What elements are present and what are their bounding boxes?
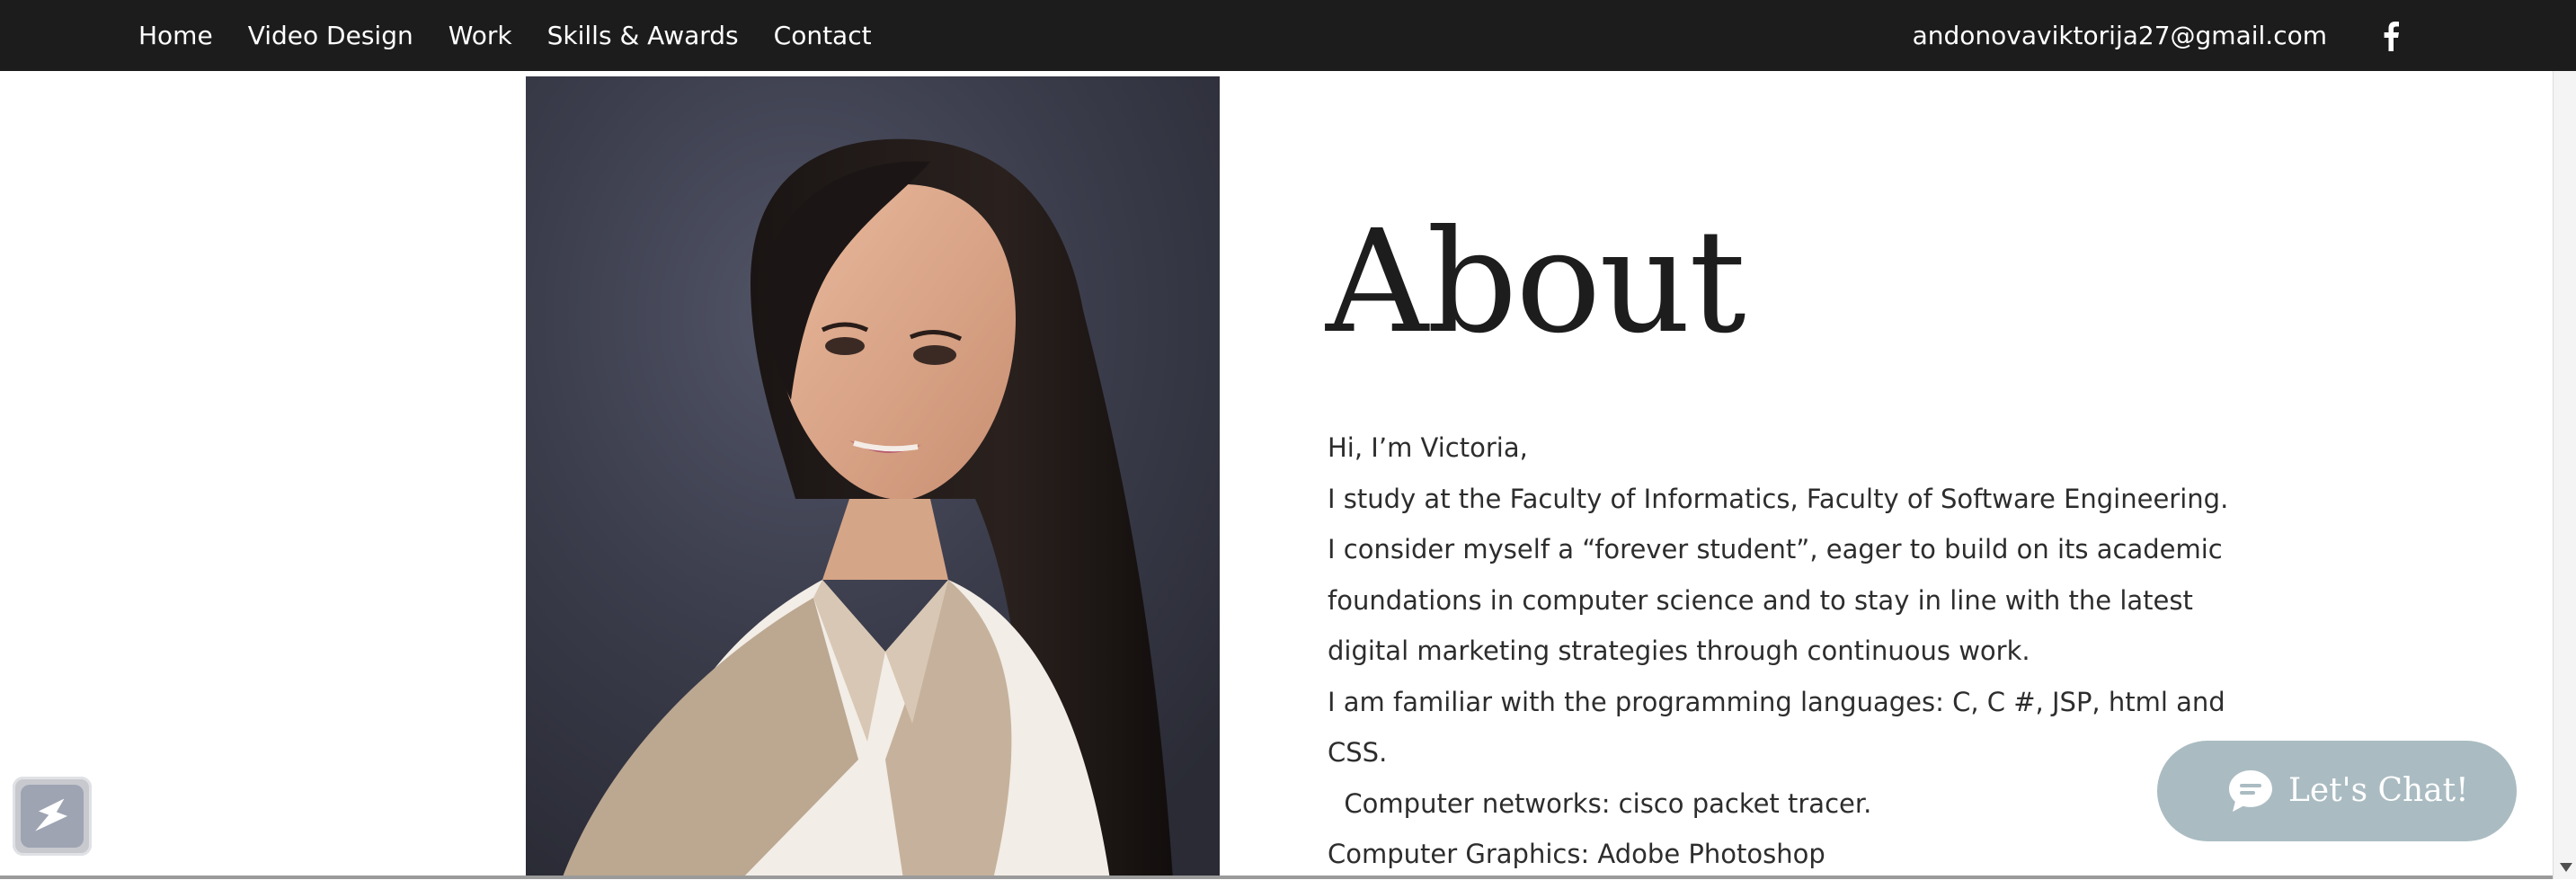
about-line: Hi, I’m Victoria, xyxy=(1328,432,1528,463)
nav-item-video-design[interactable]: Video Design xyxy=(248,22,413,49)
about-line: I consider myself a “forever student”, e… xyxy=(1328,534,2223,564)
portrait-illustration xyxy=(526,76,1220,879)
nav-item-skills-awards[interactable]: Skills & Awards xyxy=(547,22,739,49)
widget-inner xyxy=(21,785,84,848)
chat-button[interactable]: Let's Chat! xyxy=(2157,741,2517,841)
about-line: Computer Graphics: Adobe Photoshop xyxy=(1328,839,1825,869)
main-nav: Home Video Design Work Skills & Awards C… xyxy=(138,0,872,71)
about-text: Hi, I’m Victoria, I study at the Faculty… xyxy=(1328,422,2229,880)
top-navigation-bar: Home Video Design Work Skills & Awards C… xyxy=(0,0,2576,71)
about-line: foundations in computer science and to s… xyxy=(1328,584,2193,616)
about-line: digital marketing strategies through con… xyxy=(1328,636,2030,666)
about-line: I am familiar with the programming langu… xyxy=(1328,686,2225,717)
facebook-icon xyxy=(2384,22,2399,51)
chat-bubble-icon xyxy=(2229,770,2272,812)
about-line: I study at the Faculty of Informatics, F… xyxy=(1328,483,2229,514)
about-line: Computer networks: cisco packet tracer. xyxy=(1328,787,1872,819)
profile-photo xyxy=(526,76,1220,879)
lightning-logo-icon xyxy=(35,798,68,831)
email-link[interactable]: andonovaviktorija27@gmail.com xyxy=(1913,0,2327,71)
nav-item-contact[interactable]: Contact xyxy=(774,22,872,49)
window-bottom-border xyxy=(0,876,2553,879)
site-widget-button[interactable] xyxy=(13,777,92,856)
scroll-down-arrow-icon[interactable] xyxy=(2560,863,2572,872)
facebook-link[interactable] xyxy=(2375,20,2407,52)
about-line: CSS. xyxy=(1328,737,1388,768)
about-heading: About xyxy=(1326,200,1746,365)
vertical-scrollbar[interactable] xyxy=(2553,71,2576,879)
nav-item-work[interactable]: Work xyxy=(449,22,512,49)
nav-item-home[interactable]: Home xyxy=(138,22,213,49)
chat-button-label: Let's Chat! xyxy=(2288,772,2469,809)
